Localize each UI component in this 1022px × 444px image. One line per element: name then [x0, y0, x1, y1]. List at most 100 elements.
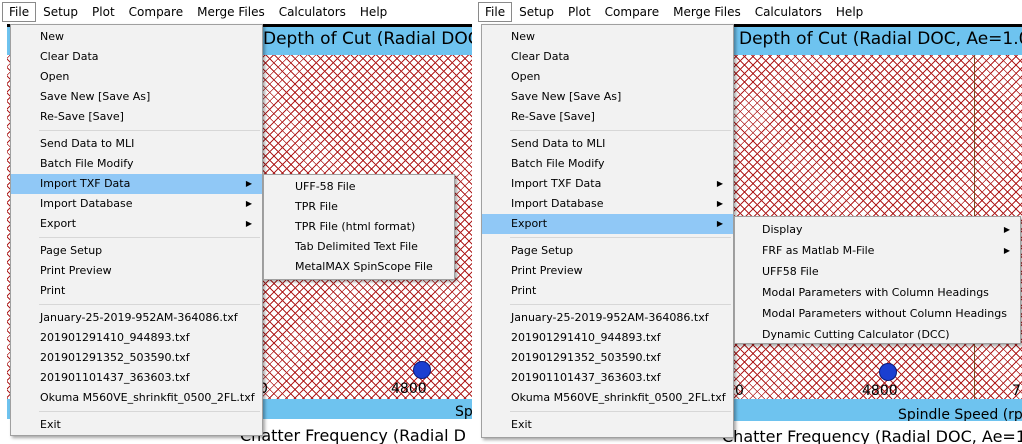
submenu-item-display[interactable]: Display ▶	[735, 219, 1020, 240]
menu-item-print[interactable]: Print	[11, 281, 262, 301]
menu-plot[interactable]: Plot	[561, 2, 598, 22]
submenu-arrow-icon: ▶	[1003, 225, 1010, 234]
menu-file[interactable]: File	[478, 2, 513, 22]
plot-title: Depth of Cut (Radial DOC	[263, 29, 480, 49]
menu-item-import-database[interactable]: Import Database ▶	[482, 194, 733, 214]
submenu-item-modal-without-headings[interactable]: Modal Parameters without Column Headings	[735, 303, 1020, 324]
menu-item-save[interactable]: Re-Save [Save]	[11, 107, 262, 127]
recent-file-item[interactable]: 201901101437_363603.txf	[482, 368, 733, 388]
submenu-arrow-icon: ▶	[245, 199, 252, 208]
x-tick-label: 4800	[862, 383, 898, 399]
menu-separator	[39, 237, 260, 238]
menu-item-page-setup[interactable]: Page Setup	[11, 241, 262, 261]
menu-item-open[interactable]: Open	[482, 67, 733, 87]
menu-item-export[interactable]: Export ▶	[11, 214, 262, 234]
recent-file-item[interactable]: Okuma M560VE_shrinkfit_0500_2FL.txf	[482, 388, 733, 408]
menu-item-batch-file-modify[interactable]: Batch File Modify	[11, 154, 262, 174]
submenu-item-frf-matlab[interactable]: FRF as Matlab M-File ▶	[735, 240, 1020, 261]
submenu-arrow-icon: ▶	[716, 179, 723, 188]
recent-file-item[interactable]: 201901101437_363603.txf	[11, 368, 262, 388]
recent-file-item[interactable]: Okuma M560VE_shrinkfit_0500_2FL.txf	[11, 388, 262, 408]
recent-file-item[interactable]: January-25-2019-952AM-364086.txf	[11, 308, 262, 328]
menu-plot[interactable]: Plot	[85, 2, 122, 22]
menu-separator	[510, 130, 731, 131]
menu-item-import-txf-data[interactable]: Import TXF Data ▶	[11, 174, 262, 194]
menu-item-new[interactable]: New	[482, 27, 733, 47]
plot-marker[interactable]	[413, 361, 431, 379]
menu-item-exit[interactable]: Exit	[11, 415, 262, 435]
plot-title: Depth of Cut (Radial DOC, Ae=1.000	[739, 29, 1022, 49]
menu-item-label: Import Database	[40, 197, 133, 210]
menu-item-clear-data[interactable]: Clear Data	[482, 47, 733, 67]
submenu-item-tpr-file-html[interactable]: TPR File (html format)	[264, 217, 454, 237]
menu-item-import-txf-data[interactable]: Import TXF Data ▶	[482, 174, 733, 194]
submenu-item-spinscope[interactable]: MetalMAX SpinScope File	[264, 257, 454, 277]
menu-item-print-preview[interactable]: Print Preview	[482, 261, 733, 281]
submenu-item-tab-delimited[interactable]: Tab Delimited Text File	[264, 237, 454, 257]
import-txf-submenu: UFF-58 File TPR File TPR File (html form…	[263, 174, 455, 280]
menu-merge-files[interactable]: Merge Files	[666, 2, 748, 22]
left-screenshot-panel: Depth of Cut (Radial DOC 0 4800 Spindl C…	[0, 0, 507, 444]
menu-item-import-database[interactable]: Import Database ▶	[11, 194, 262, 214]
menu-item-page-setup[interactable]: Page Setup	[482, 241, 733, 261]
menu-item-save[interactable]: Re-Save [Save]	[482, 107, 733, 127]
recent-file-item[interactable]: 201901291410_944893.txf	[11, 328, 262, 348]
right-screenshot-panel: Depth of Cut (Radial DOC, Ae=1.000 0 480…	[476, 0, 1022, 444]
menu-calculators[interactable]: Calculators	[748, 2, 829, 22]
menu-separator	[39, 411, 260, 412]
menu-item-send-data-to-mli[interactable]: Send Data to MLI	[482, 134, 733, 154]
submenu-item-uff-58-file[interactable]: UFF-58 File	[264, 177, 454, 197]
menu-compare[interactable]: Compare	[598, 2, 666, 22]
recent-file-item[interactable]: 201901291410_944893.txf	[482, 328, 733, 348]
menu-separator	[39, 304, 260, 305]
export-submenu: Display ▶ FRF as Matlab M-File ▶ UFF58 Fil…	[734, 216, 1021, 344]
menu-item-label: Import Database	[511, 197, 604, 210]
submenu-item-modal-with-headings[interactable]: Modal Parameters with Column Headings	[735, 282, 1020, 303]
menu-item-print-preview[interactable]: Print Preview	[11, 261, 262, 281]
recent-file-item[interactable]: 201901291352_503590.txf	[482, 348, 733, 368]
submenu-arrow-icon: ▶	[245, 219, 252, 228]
submenu-arrow-icon: ▶	[245, 179, 252, 188]
menu-item-export[interactable]: Export ▶	[482, 214, 733, 234]
menu-help[interactable]: Help	[829, 2, 870, 22]
x-tick-label: 4800	[391, 381, 427, 397]
submenu-item-dcc[interactable]: Dynamic Cutting Calculator (DCC)	[735, 324, 1020, 345]
menu-calculators[interactable]: Calculators	[272, 2, 353, 22]
menu-compare[interactable]: Compare	[122, 2, 190, 22]
second-plot-title: Chatter Frequency (Radial DOC, Ae=1	[722, 427, 1022, 444]
recent-file-item[interactable]: January-25-2019-952AM-364086.txf	[482, 308, 733, 328]
menu-item-new[interactable]: New	[11, 27, 262, 47]
file-menu-dropdown: New Clear Data Open Save New [Save As] R…	[481, 24, 734, 438]
menu-item-save-as[interactable]: Save New [Save As]	[11, 87, 262, 107]
file-menu-dropdown: New Clear Data Open Save New [Save As] R…	[10, 24, 263, 436]
menu-item-save-as[interactable]: Save New [Save As]	[482, 87, 733, 107]
menu-item-label: Display	[762, 223, 803, 236]
menu-item-label: Export	[511, 217, 548, 230]
menu-help[interactable]: Help	[353, 2, 394, 22]
menu-item-label: Export	[40, 217, 77, 230]
menu-file[interactable]: File	[2, 2, 37, 22]
menu-item-batch-file-modify[interactable]: Batch File Modify	[482, 154, 733, 174]
second-plot-title: Chatter Frequency (Radial D	[240, 426, 466, 444]
menu-merge-files[interactable]: Merge Files	[190, 2, 272, 22]
menu-item-print[interactable]: Print	[482, 281, 733, 301]
submenu-arrow-icon: ▶	[716, 219, 723, 228]
menu-item-clear-data[interactable]: Clear Data	[11, 47, 262, 67]
menu-setup[interactable]: Setup	[512, 2, 561, 22]
menu-item-send-data-to-mli[interactable]: Send Data to MLI	[11, 134, 262, 154]
menu-separator	[510, 411, 731, 412]
submenu-item-tpr-file[interactable]: TPR File	[264, 197, 454, 217]
menu-separator	[39, 130, 260, 131]
menu-item-label: Import TXF Data	[40, 177, 131, 190]
menu-item-exit[interactable]: Exit	[482, 415, 733, 435]
submenu-item-uff58-file[interactable]: UFF58 File	[735, 261, 1020, 282]
menu-item-label: Import TXF Data	[511, 177, 602, 190]
submenu-arrow-icon: ▶	[716, 199, 723, 208]
menu-bar: File Setup Plot Compare Merge Files Calc…	[0, 0, 507, 24]
recent-file-item[interactable]: 201901291352_503590.txf	[11, 348, 262, 368]
menu-item-label: FRF as Matlab M-File	[762, 244, 875, 257]
plot-marker[interactable]	[879, 363, 897, 381]
menu-item-open[interactable]: Open	[11, 67, 262, 87]
x-tick-label: 7	[1012, 383, 1021, 399]
menu-setup[interactable]: Setup	[36, 2, 85, 22]
